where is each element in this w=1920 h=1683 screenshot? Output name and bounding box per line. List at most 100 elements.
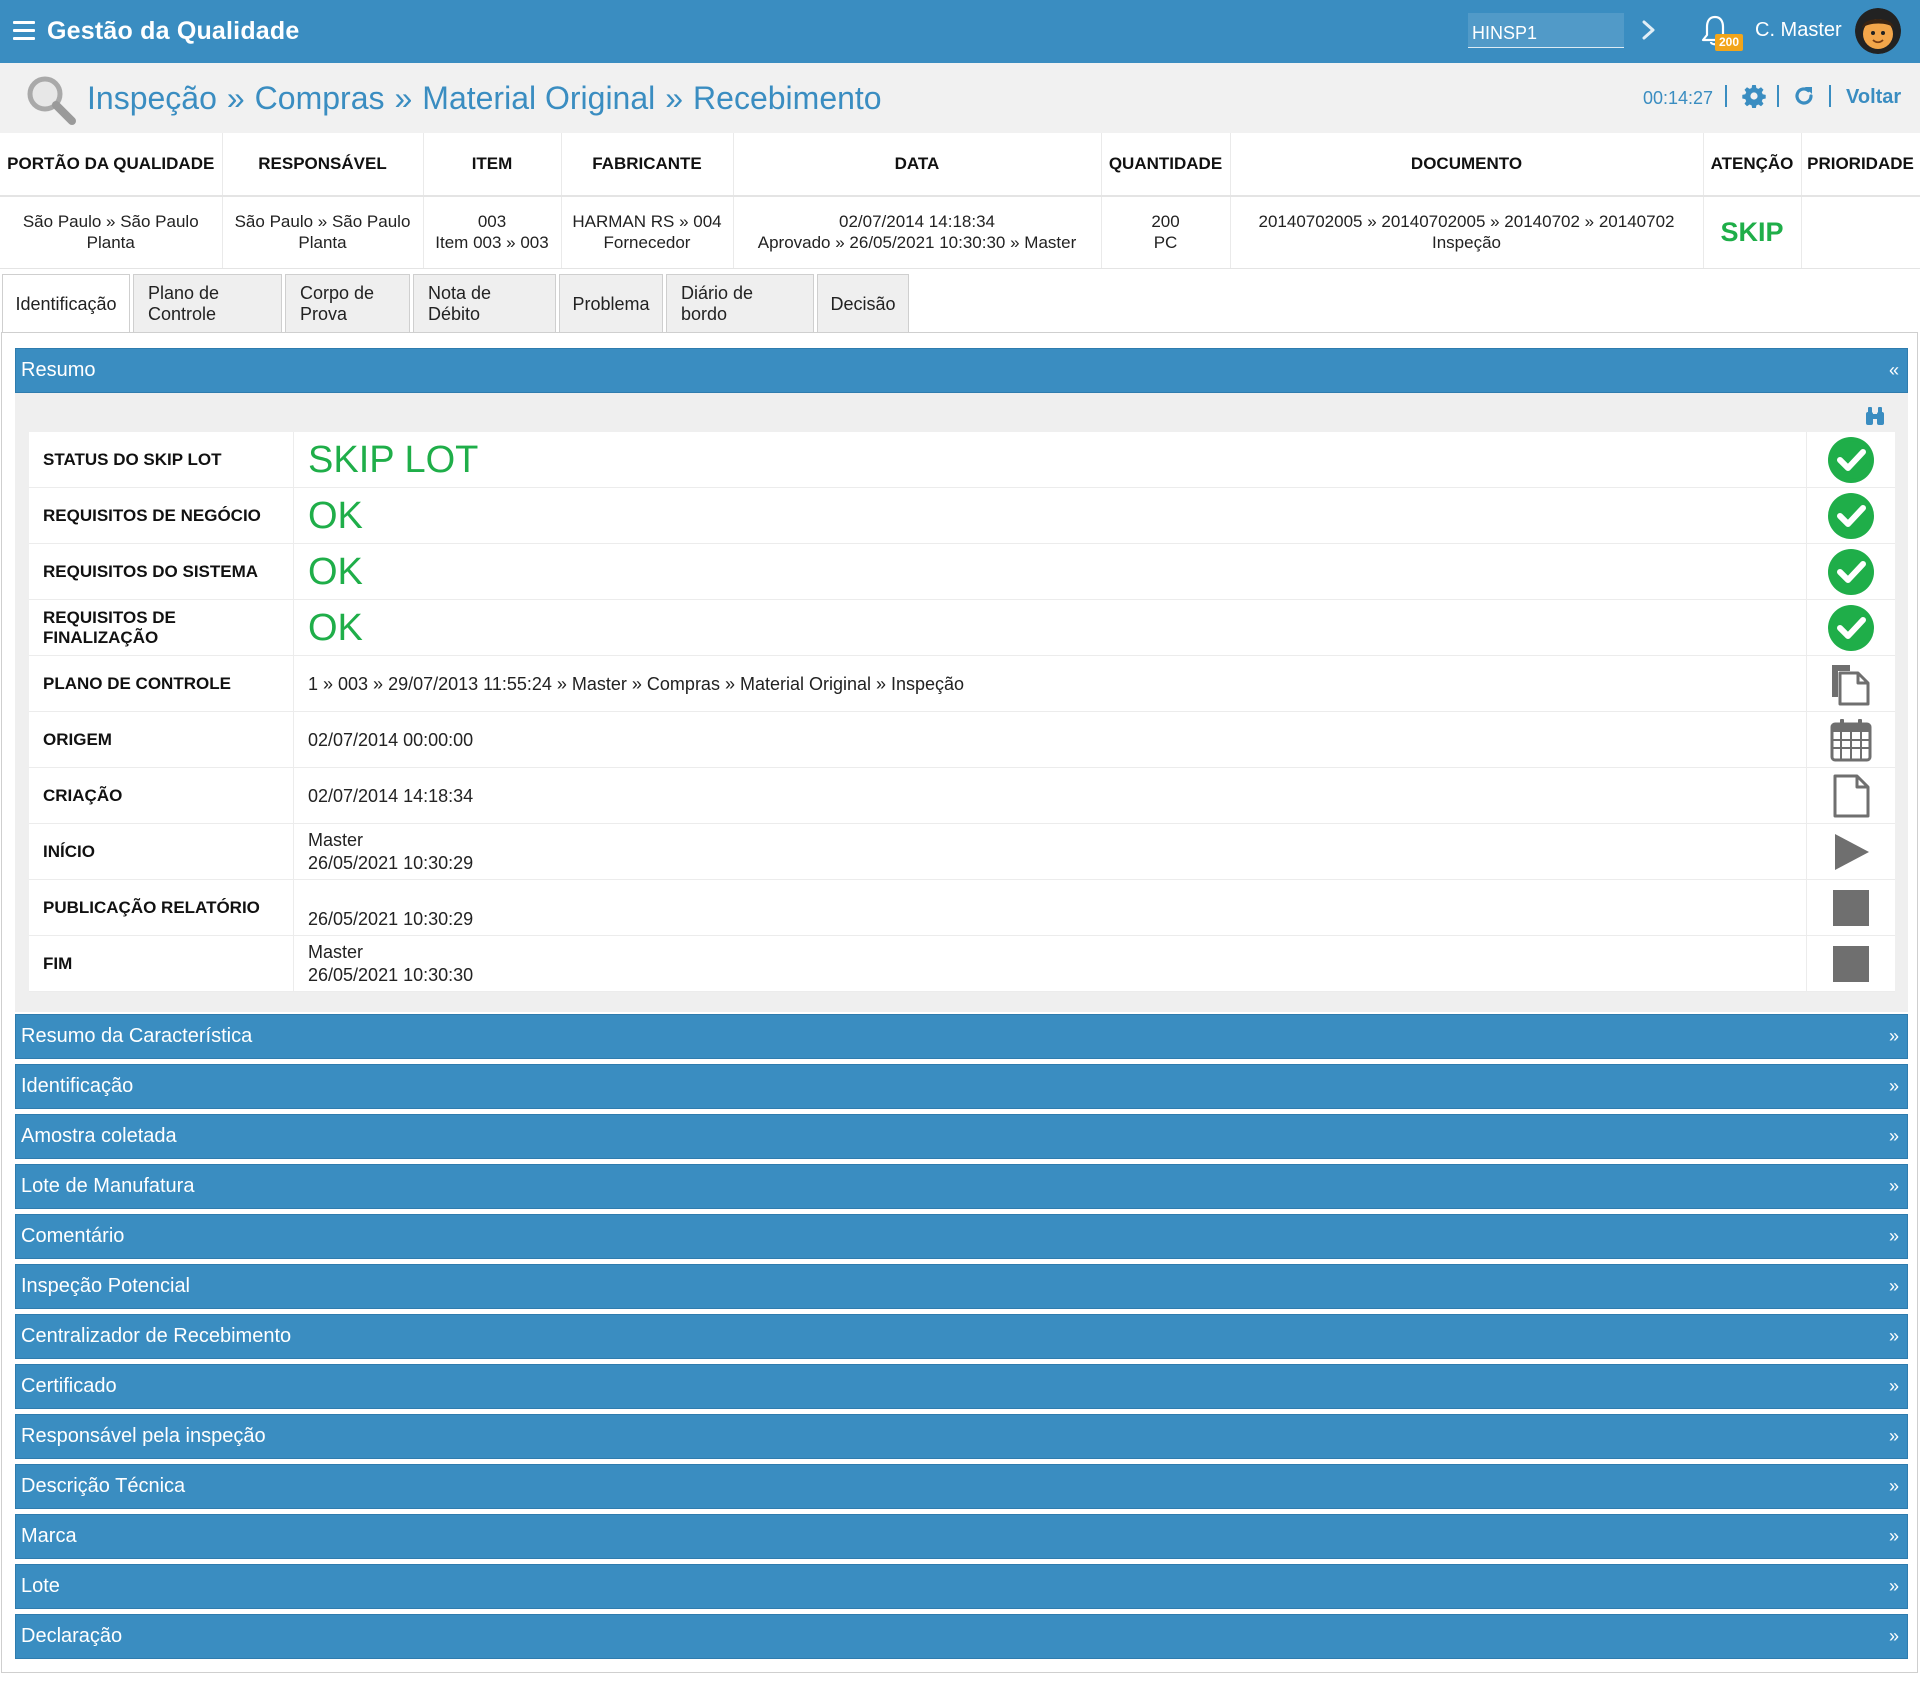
- cell-line: 02/07/2014 14:18:34: [839, 212, 995, 232]
- column-header: FABRICANTE: [561, 133, 734, 197]
- section-title: Lote de Manufatura: [21, 1175, 195, 1197]
- company-input[interactable]: [1468, 13, 1624, 48]
- expand-icon[interactable]: »: [1889, 1126, 1899, 1147]
- user-name[interactable]: C. Master: [1755, 19, 1842, 42]
- gear-icon[interactable]: [1742, 84, 1766, 108]
- tab-nota-de-debito[interactable]: Nota de Débito: [413, 274, 556, 333]
- section-header-inspecao-potencial[interactable]: Inspeção Potencial »: [15, 1264, 1908, 1309]
- calendar-icon: [1807, 712, 1895, 768]
- top-bar: Gestão da Qualidade 200 C. Master: [0, 0, 1920, 63]
- expand-icon[interactable]: »: [1889, 1226, 1899, 1247]
- column-header: ITEM: [423, 133, 562, 197]
- date-cell: 02/07/2014 14:18:34 Aprovado » 26/05/2021…: [733, 196, 1102, 269]
- magnifier-icon: [27, 76, 76, 125]
- breadcrumb-item[interactable]: Material Original: [422, 80, 655, 116]
- expand-icon[interactable]: »: [1889, 1376, 1899, 1397]
- resumo-list: STATUS DO SKIP LOT SKIP LOT REQUISITOS D…: [29, 432, 1895, 992]
- expand-icon[interactable]: »: [1889, 1426, 1899, 1447]
- section-header-comentario[interactable]: Comentário »: [15, 1214, 1908, 1259]
- binoculars-icon[interactable]: [1864, 406, 1886, 426]
- list-item-creation: CRIAÇÃO 02/07/2014 14:18:34: [29, 768, 1895, 824]
- list-item-control-plan: PLANO DE CONTROLE 1 » 003 » 29/07/2013 1…: [29, 656, 1895, 712]
- chevron-right-icon[interactable]: [1639, 16, 1659, 44]
- item-cell: 003 Item 003 » 003: [423, 196, 562, 269]
- section-header-resumo[interactable]: Resumo «: [15, 348, 1908, 393]
- expand-icon[interactable]: »: [1889, 1276, 1899, 1297]
- field-value-line: Master: [308, 942, 364, 962]
- column-header: PORTÃO DA QUALIDADE: [0, 133, 223, 197]
- field-label: FIM: [29, 936, 294, 992]
- section-header-identificacao[interactable]: Identificação »: [15, 1064, 1908, 1109]
- expand-icon[interactable]: »: [1889, 1476, 1899, 1497]
- section-title: Lote: [21, 1575, 60, 1597]
- file-icon: [1807, 768, 1895, 824]
- copy-icon[interactable]: [1807, 656, 1895, 712]
- tab-problema[interactable]: Problema: [559, 274, 663, 333]
- field-value: Master 26/05/2021 10:30:29: [294, 824, 1807, 880]
- section-header-resumo-caracteristica[interactable]: Resumo da Característica »: [15, 1014, 1908, 1059]
- tab-corpo-de-prova[interactable]: Corpo de Prova: [285, 274, 410, 333]
- field-value-line: 26/05/2021 10:30:30: [308, 965, 474, 985]
- expand-icon[interactable]: »: [1889, 1576, 1899, 1597]
- list-item-system-requirements: REQUISITOS DO SISTEMA OK: [29, 544, 1895, 600]
- field-label: INÍCIO: [29, 824, 294, 880]
- avatar[interactable]: [1855, 8, 1901, 54]
- cell-line: Aprovado » 26/05/2021 10:30:30 » Master: [757, 233, 1077, 253]
- breadcrumb-bar: Inspeção» Compras» Material Original» Receb…: [0, 63, 1920, 133]
- field-label: REQUISITOS DE FINALIZAÇÃO: [29, 600, 294, 656]
- section-header-responsavel-inspecao[interactable]: Responsável pela inspeção »: [15, 1414, 1908, 1459]
- resumo-section-body: STATUS DO SKIP LOT SKIP LOT REQUISITOS D…: [15, 393, 1908, 1012]
- section-title: Declaração: [21, 1625, 123, 1647]
- field-label: PUBLICAÇÃO RELATÓRIO: [29, 880, 294, 936]
- cell-line: PC: [1153, 233, 1178, 253]
- table-row: São Paulo » São Paulo Planta São Paulo » …: [0, 196, 1920, 269]
- tab-plano-de-controle[interactable]: Plano de Controle: [133, 274, 282, 333]
- column-header: DATA: [733, 133, 1102, 197]
- section-title: Resumo da Característica: [21, 1025, 253, 1047]
- check-circle-icon: [1807, 600, 1895, 656]
- field-value: OK: [294, 488, 1807, 544]
- list-item-end: FIM Master 26/05/2021 10:30:30: [29, 936, 1895, 992]
- section-header-lote-manufatura[interactable]: Lote de Manufatura »: [15, 1164, 1908, 1209]
- section-title: Amostra coletada: [21, 1125, 177, 1147]
- list-item-skip-lot-status: STATUS DO SKIP LOT SKIP LOT: [29, 432, 1895, 488]
- collapse-icon[interactable]: «: [1889, 360, 1899, 381]
- expand-icon[interactable]: »: [1889, 1326, 1899, 1347]
- section-header-certificado[interactable]: Certificado »: [15, 1364, 1908, 1409]
- column-header: QUANTIDADE: [1101, 133, 1231, 197]
- field-value: OK: [294, 544, 1807, 600]
- section-header-declaracao[interactable]: Declaração »: [15, 1614, 1908, 1659]
- breadcrumb-item[interactable]: Inspeção: [87, 80, 217, 116]
- expand-icon[interactable]: »: [1889, 1026, 1899, 1047]
- field-label: STATUS DO SKIP LOT: [29, 432, 294, 488]
- field-label: PLANO DE CONTROLE: [29, 656, 294, 712]
- section-header-marca[interactable]: Marca »: [15, 1514, 1908, 1559]
- cell-line: Planta: [86, 233, 135, 253]
- expand-icon[interactable]: »: [1889, 1626, 1899, 1647]
- column-header: ATENÇÃO: [1703, 133, 1802, 197]
- play-icon: [1807, 824, 1895, 880]
- tab-identificacao[interactable]: Identificação: [2, 274, 130, 334]
- check-circle-icon: [1807, 432, 1895, 488]
- refresh-icon[interactable]: [1792, 84, 1816, 108]
- section-header-centralizador-recebimento[interactable]: Centralizador de Recebimento »: [15, 1314, 1908, 1359]
- tab-diario-de-bordo[interactable]: Diário de bordo: [666, 274, 814, 333]
- field-value-line: 26/05/2021 10:30:29: [308, 853, 474, 873]
- back-button[interactable]: Voltar: [1846, 86, 1901, 109]
- section-header-lote[interactable]: Lote »: [15, 1564, 1908, 1609]
- section-header-amostra-coletada[interactable]: Amostra coletada »: [15, 1114, 1908, 1159]
- tab-decisao[interactable]: Decisão: [817, 274, 909, 333]
- expand-icon[interactable]: »: [1889, 1526, 1899, 1547]
- menu-icon[interactable]: [13, 21, 35, 40]
- column-header: DOCUMENTO: [1230, 133, 1704, 197]
- manufacturer-cell: HARMAN RS » 004 Fornecedor: [561, 196, 734, 269]
- breadcrumb-item[interactable]: Compras: [255, 80, 385, 116]
- expand-icon[interactable]: »: [1889, 1176, 1899, 1197]
- section-header-descricao-tecnica[interactable]: Descrição Técnica »: [15, 1464, 1908, 1509]
- field-value-line: 26/05/2021 10:30:29: [308, 908, 474, 929]
- section-title: Marca: [21, 1525, 77, 1547]
- quantity-cell: 200 PC: [1101, 196, 1231, 269]
- expand-icon[interactable]: »: [1889, 1076, 1899, 1097]
- check-circle-icon: [1807, 488, 1895, 544]
- breadcrumb-item: Recebimento: [693, 80, 882, 116]
